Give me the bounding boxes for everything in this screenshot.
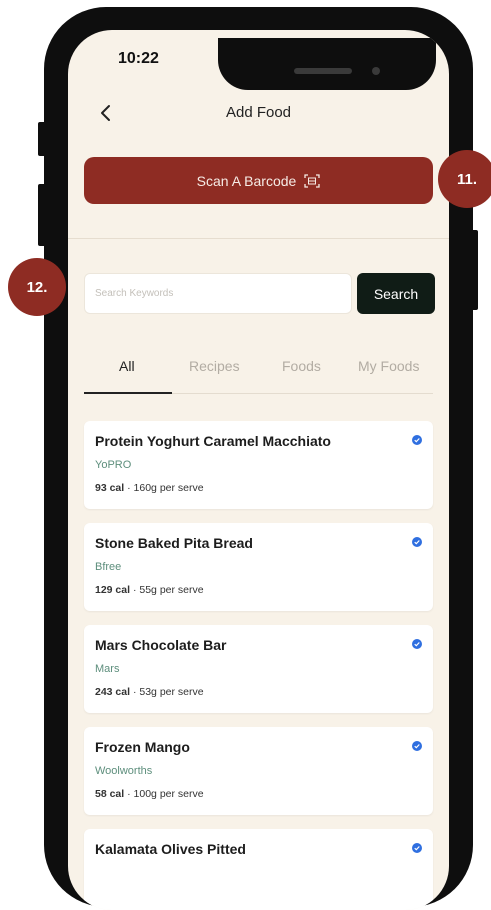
verified-icon	[412, 435, 422, 445]
food-list-item[interactable]: Kalamata Olives Pitted	[84, 829, 433, 910]
verified-icon	[412, 537, 422, 547]
search-button[interactable]: Search	[357, 273, 435, 314]
food-name: Frozen Mango	[95, 739, 190, 755]
active-tab-indicator	[84, 392, 172, 394]
food-nutrition: 58 cal · 100g per serve	[95, 788, 204, 800]
food-brand: Mars	[95, 663, 120, 675]
food-nutrition: 129 cal · 55g per serve	[95, 584, 204, 596]
verified-icon	[412, 639, 422, 649]
verified-icon	[412, 843, 422, 853]
food-list-item[interactable]: Frozen Mango Woolworths 58 cal · 100g pe…	[84, 727, 433, 815]
annotation-badge-11: 11.	[438, 150, 491, 208]
food-name: Protein Yoghurt Caramel Macchiato	[95, 433, 331, 449]
food-serving: · 55g per serve	[132, 584, 204, 596]
food-nutrition: 243 cal · 53g per serve	[95, 686, 204, 698]
tab-all[interactable]: All	[119, 358, 135, 374]
food-list-item[interactable]: Mars Chocolate Bar Mars 243 cal · 53g pe…	[84, 625, 433, 713]
notch	[218, 38, 436, 90]
food-brand: Bfree	[95, 561, 122, 573]
status-time: 10:22	[118, 50, 159, 67]
food-calories: 93 cal	[95, 482, 125, 494]
tab-recipes[interactable]: Recipes	[189, 358, 240, 374]
food-brand: YoPRO	[95, 459, 132, 471]
food-nutrition: 93 cal · 160g per serve	[95, 482, 204, 494]
scan-barcode-button[interactable]: Scan A Barcode	[84, 157, 433, 204]
section-divider	[68, 238, 449, 239]
speaker-grille	[294, 68, 352, 74]
food-name: Kalamata Olives Pitted	[95, 841, 246, 857]
food-serving: · 100g per serve	[127, 788, 204, 800]
tab-foods[interactable]: Foods	[282, 358, 321, 374]
filter-tabs: All Recipes Foods My Foods	[84, 350, 433, 394]
tab-my-foods[interactable]: My Foods	[358, 358, 419, 374]
page-title: Add Food	[225, 104, 292, 121]
food-list-item[interactable]: Stone Baked Pita Bread Bfree 129 cal · 5…	[84, 523, 433, 611]
food-calories: 129 cal	[95, 584, 131, 596]
food-calories: 58 cal	[95, 788, 125, 800]
scan-button-label: Scan A Barcode	[196, 172, 297, 189]
barcode-scan-icon	[304, 173, 320, 188]
search-input[interactable]: Search Keywords	[84, 273, 352, 314]
verified-icon	[412, 741, 422, 751]
food-serving: · 160g per serve	[127, 482, 204, 494]
food-name: Stone Baked Pita Bread	[95, 535, 253, 551]
food-list-item[interactable]: Protein Yoghurt Caramel Macchiato YoPRO …	[84, 421, 433, 509]
food-name: Mars Chocolate Bar	[95, 637, 227, 653]
camera-dot	[372, 67, 380, 75]
phone-screen: 10:22 48 Add Food Scan A Barcode Search …	[68, 30, 449, 910]
food-calories: 243 cal	[95, 686, 131, 698]
annotation-badge-12: 12.	[8, 258, 66, 316]
food-serving: · 53g per serve	[132, 686, 204, 698]
food-brand: Woolworths	[95, 765, 153, 777]
